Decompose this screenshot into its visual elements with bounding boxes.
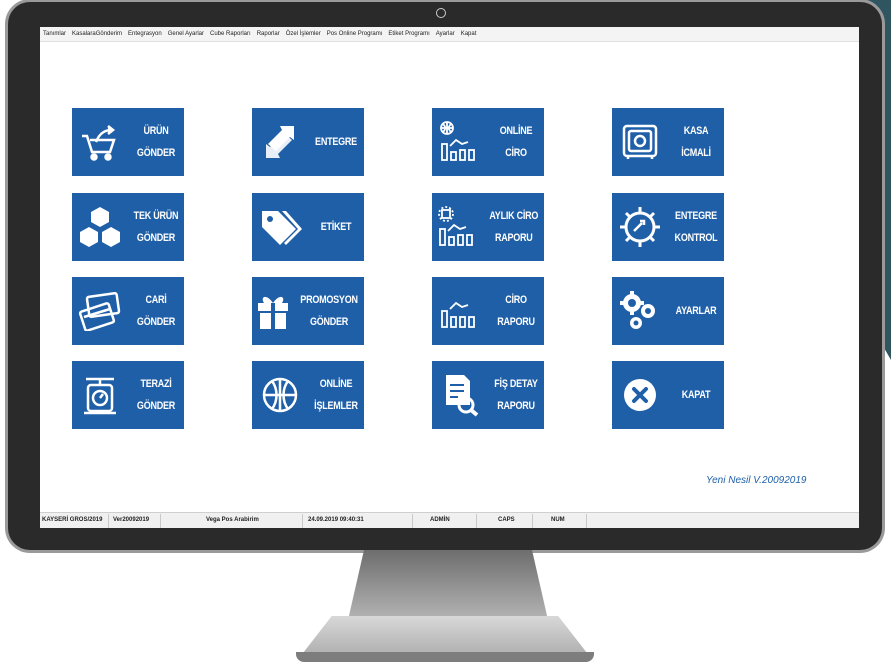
menu-bar: Tanımlar KasalaraGönderim Entegrasyon Ge… <box>40 27 859 42</box>
safe-icon <box>612 108 668 176</box>
tags-icon <box>252 193 308 261</box>
tile-label-1: KAPAT <box>681 389 711 401</box>
tile-label-1: CARİ <box>145 294 167 306</box>
tile-label-2: GÖNDER <box>309 316 349 328</box>
monitor-stand-neck <box>348 550 548 620</box>
menu-item-etiket-programi[interactable]: Etiket Programı <box>388 31 429 37</box>
tile-label-2: RAPORU <box>497 316 535 328</box>
calendar-chart-icon <box>432 193 484 261</box>
monitor-stand-edge <box>296 652 594 662</box>
status-num: NUM <box>551 517 565 523</box>
status-version: Ver20092019 <box>113 517 150 523</box>
receipt-search-icon <box>432 361 488 429</box>
cards-icon <box>72 277 128 345</box>
online-ciro-button[interactable]: ONLİNE CİRO <box>432 108 544 176</box>
tile-label-2: GÖNDER <box>136 316 176 328</box>
cart-arrow-icon <box>72 108 128 176</box>
tile-label-1: CİRO <box>505 294 527 306</box>
version-label: Yeni Nesil V.20092019 <box>706 475 807 486</box>
urun-gonder-button[interactable]: ÜRÜN GÖNDER <box>72 108 184 176</box>
menu-item-ozel-islemler[interactable]: Özel İşlemler <box>286 31 321 37</box>
tile-label-2: GÖNDER <box>136 147 176 159</box>
kasa-icmali-button[interactable]: KASA İCMALİ <box>612 108 724 176</box>
tile-label-2: İŞLEMLER <box>314 400 358 412</box>
tile-label-2: CİRO <box>505 147 527 159</box>
cari-gonder-button[interactable]: CARİ GÖNDER <box>72 277 184 345</box>
entegre-button[interactable]: ENTEGRE <box>252 108 364 176</box>
ayarlar-button[interactable]: AYARLAR <box>612 277 724 345</box>
globe-chart-icon <box>432 108 488 176</box>
menu-item-kapat[interactable]: Kapat <box>461 31 477 37</box>
tile-label-1: ÜRÜN <box>143 125 169 137</box>
tile-label-1: FİŞ DETAY <box>494 378 538 390</box>
sync-arrows-icon <box>252 108 308 176</box>
tile-label-1: ETİKET <box>320 221 352 233</box>
menu-item-entegrasyon[interactable]: Entegrasyon <box>128 31 162 37</box>
menu-item-pos-online[interactable]: Pos Online Programı <box>327 31 383 37</box>
monitor-frame: Tanımlar KasalaraGönderim Entegrasyon Ge… <box>8 2 882 550</box>
tile-label-1: PROMOSYON <box>300 294 358 306</box>
menu-item-cube-raporlari[interactable]: Cube Raporları <box>210 31 251 37</box>
fis-detay-raporu-button[interactable]: FİŞ DETAY RAPORU <box>432 361 544 429</box>
menu-item-raporlar[interactable]: Raporlar <box>257 31 280 37</box>
status-interface: Vega Pos Arabirim <box>206 517 259 523</box>
terazi-gonder-button[interactable]: TERAZİ GÖNDER <box>72 361 184 429</box>
tile-label-1: TERAZİ <box>140 378 172 390</box>
aylik-ciro-raporu-button[interactable]: AYLIK CİRO RAPORU <box>432 193 544 261</box>
tile-label-2: KONTROL <box>674 232 718 244</box>
status-branch: KAYSERİ GROS/2019 <box>42 517 103 523</box>
gear-sync-icon <box>612 193 668 261</box>
tile-label-1: ONLİNE <box>319 378 353 390</box>
tile-label-1: TEK ÜRÜN <box>133 210 179 222</box>
menu-item-ayarlar[interactable]: Ayarlar <box>436 31 455 37</box>
app-window: Tanımlar KasalaraGönderim Entegrasyon Ge… <box>40 27 859 528</box>
tile-label-2: GÖNDER <box>136 400 176 412</box>
menu-item-kasalara-gonderim[interactable]: KasalaraGönderim <box>72 31 122 37</box>
tile-label-2: İCMALİ <box>681 147 711 159</box>
status-datetime: 24.09.2019 09:40:31 <box>308 517 364 523</box>
status-caps: CAPS <box>498 517 515 523</box>
ciro-raporu-button[interactable]: CİRO RAPORU <box>432 277 544 345</box>
gears-icon <box>612 277 668 345</box>
menu-item-tanimlar[interactable]: Tanımlar <box>43 31 66 37</box>
tek-urun-gonder-button[interactable]: TEK ÜRÜN GÖNDER <box>72 193 184 261</box>
boxes-icon <box>72 193 128 261</box>
tile-label-1: AYARLAR <box>675 305 717 317</box>
tile-label-1: KASA <box>683 125 709 137</box>
status-bar: KAYSERİ GROS/2019 Ver20092019 Vega Pos A… <box>40 512 859 528</box>
gift-icon <box>252 277 294 345</box>
etiket-button[interactable]: ETİKET <box>252 193 364 261</box>
entegre-kontrol-button[interactable]: ENTEGRE KONTROL <box>612 193 724 261</box>
tile-label-2: RAPORU <box>497 400 535 412</box>
tile-label-1: ONLİNE <box>499 125 533 137</box>
tile-label-1: ENTEGRE <box>675 210 717 222</box>
status-user: ADMİN <box>430 517 450 523</box>
online-islemler-button[interactable]: ONLİNE İŞLEMLER <box>252 361 364 429</box>
tile-label-1: ENTEGRE <box>315 136 357 148</box>
camera-icon <box>436 8 446 18</box>
menu-item-genel-ayarlar[interactable]: Genel Ayarlar <box>168 31 204 37</box>
kapat-button[interactable]: KAPAT <box>612 361 724 429</box>
tile-label-2: RAPORU <box>495 232 534 244</box>
bar-chart-icon <box>432 277 488 345</box>
close-circle-icon <box>612 361 668 429</box>
promosyon-gonder-button[interactable]: PROMOSYON GÖNDER <box>252 277 364 345</box>
tile-label-2: GÖNDER <box>136 232 176 244</box>
globe-icon <box>252 361 308 429</box>
scale-icon <box>72 361 128 429</box>
tile-label-1: AYLIK CİRO <box>489 210 539 222</box>
